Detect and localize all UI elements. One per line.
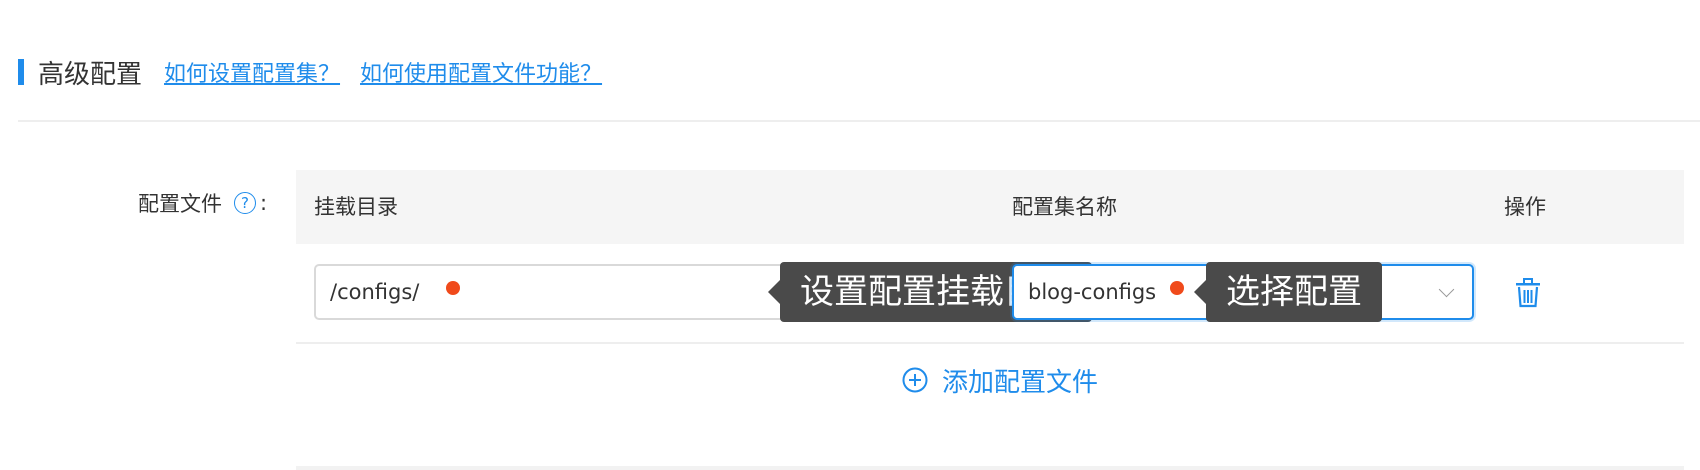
field-label-text: 配置文件 xyxy=(138,192,222,216)
help-link-config-file[interactable]: 如何使用配置文件功能？ xyxy=(360,56,602,88)
mount-path-value: /configs/ xyxy=(330,280,420,304)
header-divider xyxy=(18,120,1700,122)
marker-dot xyxy=(446,281,460,295)
table-header: 挂载目录 配置集名称 操作 xyxy=(296,170,1684,244)
column-header-mount-path: 挂载目录 xyxy=(314,195,398,219)
section-header: 高级配置 如何设置配置集？ 如何使用配置文件功能？ xyxy=(18,54,622,90)
section-accent-bar xyxy=(18,59,24,85)
add-config-file-label: 添加配置文件 xyxy=(941,367,1098,398)
field-label-colon: : xyxy=(260,191,268,215)
trash-icon[interactable] xyxy=(1515,278,1541,308)
marker-dot xyxy=(1170,281,1184,295)
plus-circle-icon xyxy=(902,367,928,393)
help-link-config-set[interactable]: 如何设置配置集？ xyxy=(164,56,340,88)
bottom-divider xyxy=(296,466,1684,470)
column-header-actions: 操作 xyxy=(1504,195,1546,219)
section-title: 高级配置 xyxy=(38,59,143,90)
column-header-config-name: 配置集名称 xyxy=(1012,195,1117,219)
question-circle-icon[interactable]: ? xyxy=(234,192,256,214)
config-file-table: 挂载目录 配置集名称 操作 /configs/ 设置配置挂载目录 blog-co… xyxy=(296,170,1684,398)
chevron-down-icon[interactable] xyxy=(1438,281,1455,298)
field-label: 配置文件 ? : xyxy=(138,188,267,218)
add-row: 添加配置文件 xyxy=(296,342,1684,418)
config-set-tooltip: 选择配置 xyxy=(1194,262,1382,322)
page: 高级配置 如何设置配置集？ 如何使用配置文件功能？ 配置文件 ? : 挂载目录 … xyxy=(0,0,1700,470)
add-config-file-button[interactable]: 添加配置文件 xyxy=(902,362,1098,399)
config-set-value: blog-configs xyxy=(1028,280,1157,304)
